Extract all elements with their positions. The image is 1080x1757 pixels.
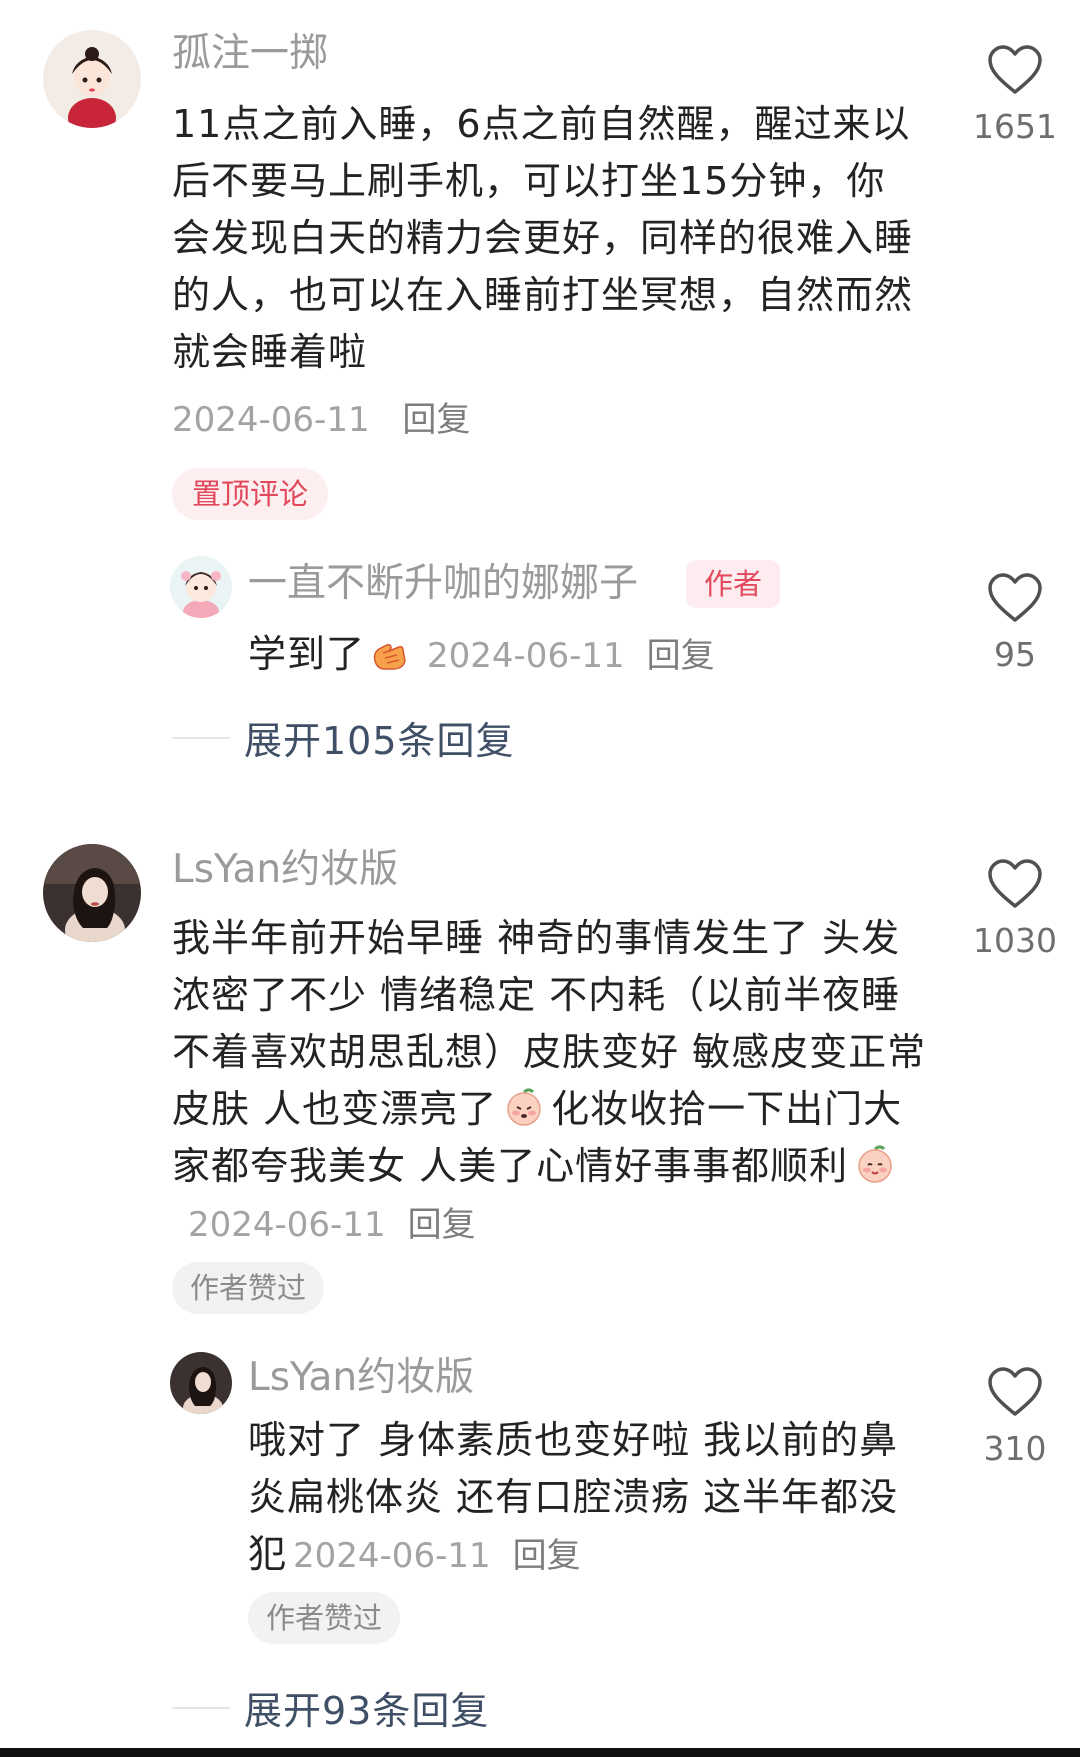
expand-replies-label: 展开105条回复 — [244, 719, 515, 763]
reply-button[interactable]: 回复 — [402, 400, 470, 440]
like-count: 1030 — [973, 921, 1057, 960]
peach-face-icon — [858, 1145, 892, 1183]
clap-hands-icon — [373, 644, 406, 670]
comment-body: 11点之前入睡，6点之前自然醒，醒过来以后不要马上刷手机，可以打坐15分钟，你会… — [172, 102, 914, 374]
avatar[interactable] — [43, 30, 141, 128]
reply-username[interactable]: LsYan约妆版 — [248, 1354, 474, 1402]
comment-date: 2024-06-11 — [172, 400, 370, 440]
avatar[interactable] — [170, 1352, 232, 1414]
reply-button[interactable]: 回复 — [647, 636, 715, 676]
avatar-girl-red-dress-icon — [43, 30, 141, 128]
like-button[interactable]: 1030 — [965, 858, 1065, 960]
comment-text: 我半年前开始早睡 神奇的事情发生了 头发浓密了不少 情绪稳定 不内耗（以前半夜睡… — [172, 910, 932, 1254]
avatar-woman-photo-icon — [170, 1352, 232, 1414]
bottom-edge-bar — [0, 1748, 1080, 1757]
reply-username[interactable]: 一直不断升咖的娜娜子 — [248, 560, 638, 608]
avatar-woman-photo-icon — [43, 844, 141, 942]
heart-icon — [988, 45, 1042, 94]
like-button[interactable]: 95 — [965, 572, 1065, 674]
expand-replies-label: 展开93条回复 — [244, 1689, 490, 1733]
like-button[interactable]: 310 — [965, 1366, 1065, 1468]
comment-meta: 2024-06-11 回复 — [172, 396, 470, 444]
reply-date: 2024-06-11 — [427, 636, 625, 676]
reply-button[interactable]: 回复 — [513, 1536, 581, 1576]
heart-icon — [988, 1367, 1042, 1416]
reply-text: 学到了 2024-06-11 回复 — [248, 626, 908, 685]
comment-date: 2024-06-11 — [188, 1205, 386, 1245]
reply-date: 2024-06-11 — [293, 1536, 491, 1576]
expand-replies-button[interactable]: 展开105条回复 — [172, 710, 515, 765]
author-liked-badge: 作者赞过 — [172, 1262, 325, 1314]
expand-replies-button[interactable]: 展开93条回复 — [172, 1680, 489, 1735]
comment-text: 11点之前入睡，6点之前自然醒，醒过来以后不要马上刷手机，可以打坐15分钟，你会… — [172, 96, 924, 381]
peach-face-icon — [507, 1088, 541, 1126]
avatar[interactable] — [43, 844, 141, 942]
comment-username[interactable]: LsYan约妆版 — [172, 846, 398, 894]
divider — [172, 736, 230, 739]
reply-button[interactable]: 回复 — [408, 1205, 476, 1245]
divider — [172, 1706, 230, 1709]
heart-icon — [988, 573, 1042, 622]
author-liked-badge: 作者赞过 — [248, 1592, 401, 1644]
like-count: 310 — [983, 1429, 1047, 1468]
like-button[interactable]: 1651 — [965, 44, 1065, 146]
avatar-girl-pink-icon — [170, 556, 232, 618]
avatar[interactable] — [170, 556, 232, 618]
reply-body: 学到了 — [248, 632, 366, 676]
comment-username[interactable]: 孤注一掷 — [172, 30, 328, 78]
heart-icon — [988, 859, 1042, 908]
like-count: 95 — [994, 635, 1036, 674]
author-badge: 作者 — [686, 560, 781, 608]
like-count: 1651 — [973, 107, 1057, 146]
reply-text: 哦对了 身体素质也变好啦 我以前的鼻炎扁桃体炎 还有口腔溃疡 这半年都没犯 202… — [248, 1412, 928, 1585]
pinned-comment-badge: 置顶评论 — [172, 468, 329, 520]
